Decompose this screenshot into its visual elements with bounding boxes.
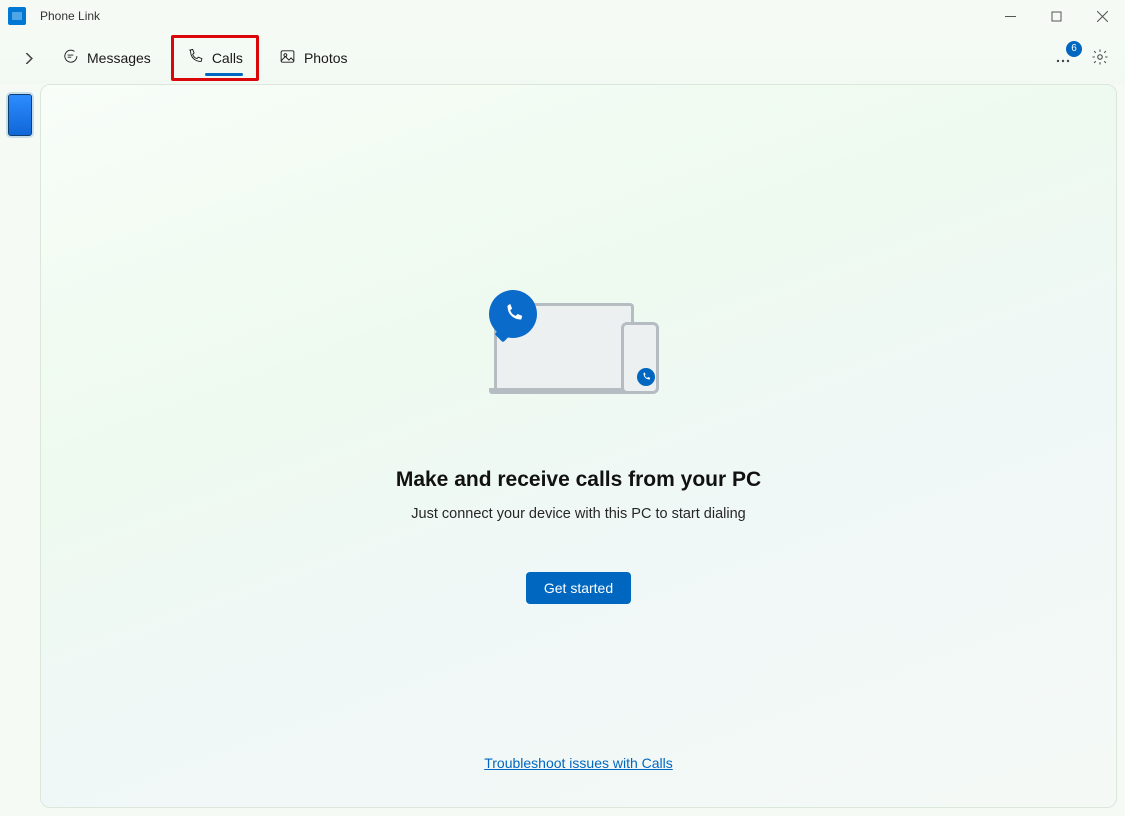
close-button[interactable]: [1079, 0, 1125, 32]
tab-label: Messages: [87, 50, 151, 66]
image-icon: [279, 48, 296, 68]
tab-calls[interactable]: Calls: [177, 41, 253, 75]
titlebar: Phone Link: [0, 0, 1125, 32]
notifications-badge: 6: [1066, 41, 1082, 57]
get-started-button[interactable]: Get started: [526, 572, 631, 604]
app-icon: [8, 7, 26, 25]
minimize-button[interactable]: [987, 0, 1033, 32]
tabs: Messages Calls Photos: [52, 35, 358, 81]
phone-bubble-icon: [489, 290, 537, 338]
tab-photos[interactable]: Photos: [269, 40, 358, 76]
toolbar: Messages Calls Photos 6: [0, 32, 1125, 84]
tab-label: Photos: [304, 50, 348, 66]
maximize-button[interactable]: [1033, 0, 1079, 32]
tab-label: Calls: [212, 50, 243, 66]
device-rail: [0, 84, 40, 816]
tab-messages[interactable]: Messages: [52, 40, 161, 76]
body: Make and receive calls from your PC Just…: [0, 84, 1125, 816]
calls-empty-state: Make and receive calls from your PC Just…: [279, 290, 879, 604]
more-button[interactable]: 6: [1053, 48, 1073, 68]
toolbar-right: 6: [1053, 48, 1111, 68]
empty-subtext: Just connect your device with this PC to…: [279, 506, 879, 522]
window-controls: [987, 0, 1125, 32]
troubleshoot-link[interactable]: Troubleshoot issues with Calls: [484, 755, 673, 771]
mini-phone-icon: [637, 368, 655, 386]
phone-icon: [187, 48, 204, 68]
settings-button[interactable]: [1091, 48, 1111, 68]
main-panel: Make and receive calls from your PC Just…: [40, 84, 1117, 808]
tab-calls-highlight: Calls: [171, 35, 259, 81]
chat-icon: [62, 48, 79, 68]
device-thumbnail[interactable]: [8, 94, 32, 136]
app-title: Phone Link: [40, 9, 100, 23]
empty-headline: Make and receive calls from your PC: [279, 468, 879, 492]
calls-illustration: [489, 290, 669, 410]
back-button[interactable]: [12, 42, 44, 74]
